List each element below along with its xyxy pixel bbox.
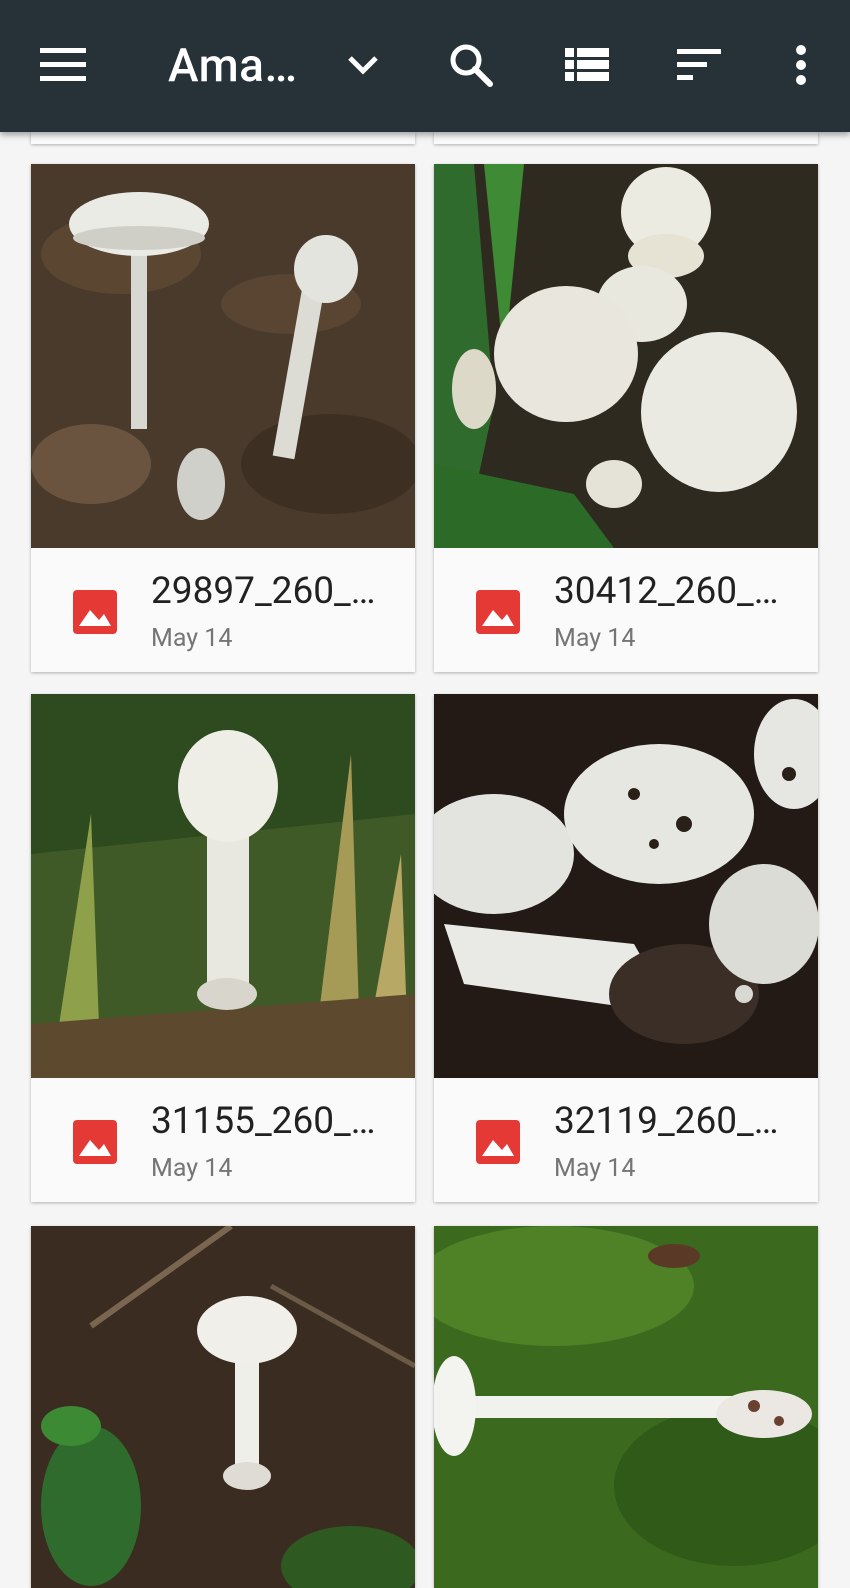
file-date: May 14 [151,1154,233,1183]
search-icon [450,44,493,87]
file-name: 32119_260_… [554,1100,779,1143]
file-card[interactable]: 29897_260_… May 14 [31,164,415,672]
image-file-icon [476,590,520,634]
file-name: 31155_260_… [151,1100,376,1143]
image-thumbnail [434,1226,818,1588]
file-date: May 14 [554,624,636,653]
image-file-icon [476,1120,520,1164]
file-name: 30412_260_… [554,570,779,613]
more-options-button[interactable] [766,30,836,100]
more-vert-icon [796,45,806,85]
image-file-icon [73,1120,117,1164]
file-card[interactable]: 30412_260_… May 14 [434,164,818,672]
file-card[interactable] [31,1226,415,1588]
partial-card-previous-left[interactable] [31,132,415,144]
file-card[interactable]: 31155_260_… May 14 [31,694,415,1202]
sort-icon [677,49,721,80]
dropdown-chevron-icon [348,56,378,75]
file-info: 31155_260_… May 14 [31,1078,415,1202]
view-toggle-button[interactable] [552,30,622,100]
file-info: 30412_260_… May 14 [434,548,818,672]
file-info: 32119_260_… May 14 [434,1078,818,1202]
menu-button[interactable] [28,30,98,100]
file-card[interactable] [434,1226,818,1588]
image-file-icon [73,590,117,634]
top-app-bar: Ama… [0,0,850,132]
image-thumbnail [434,164,818,548]
file-date: May 14 [151,624,233,653]
file-date: May 14 [554,1154,636,1183]
image-thumbnail [31,1226,415,1588]
view-list-icon [565,48,609,81]
file-name: 29897_260_… [151,570,376,613]
image-thumbnail [31,694,415,1078]
file-info: 29897_260_… May 14 [31,548,415,672]
search-button[interactable] [436,30,506,100]
menu-icon [40,48,86,81]
image-thumbnail [434,694,818,1078]
folder-title[interactable]: Ama… [168,38,298,94]
partial-card-previous-right[interactable] [434,132,818,144]
sort-button[interactable] [664,30,734,100]
file-card[interactable]: 32119_260_… May 14 [434,694,818,1202]
folder-dropdown-button[interactable] [328,30,398,100]
image-thumbnail [31,164,415,548]
